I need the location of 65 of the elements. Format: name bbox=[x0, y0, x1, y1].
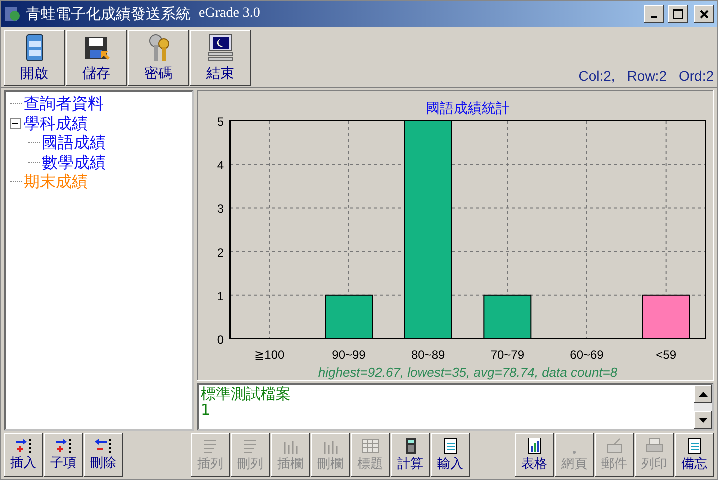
y-tick-label: 0 bbox=[217, 333, 224, 347]
x-tick-label: <59 bbox=[656, 348, 677, 362]
toolbar-button[interactable]: 表格 bbox=[515, 433, 554, 477]
chart-title: 國語成績統計 bbox=[426, 101, 510, 117]
x-tick-label: 90~99 bbox=[332, 348, 366, 362]
add-arrow-icon bbox=[54, 439, 72, 453]
down-arrow-icon bbox=[698, 418, 708, 422]
bar bbox=[484, 294, 532, 340]
chart-summary: highest=92.67, lowest=35, avg=78.74, data count=8 bbox=[318, 365, 618, 380]
bar bbox=[642, 294, 690, 340]
status-text: Row:2 bbox=[627, 68, 667, 84]
tree-action-button[interactable]: 刪除 bbox=[84, 433, 123, 477]
toolbar-button[interactable]: 結束 bbox=[190, 30, 251, 86]
add-arrow-icon bbox=[14, 439, 32, 453]
version-label: eGrade 3.0 bbox=[199, 6, 260, 22]
window-title: 青蛙電子化成績發送系統 bbox=[26, 4, 191, 24]
bars-icon bbox=[322, 438, 340, 454]
remove-arrow-icon bbox=[94, 439, 112, 453]
up-arrow-icon bbox=[698, 392, 708, 397]
tree-item[interactable]: 數學成績 bbox=[42, 152, 106, 172]
minimize-icon bbox=[651, 16, 657, 18]
toolbar-button[interactable]: 密碼 bbox=[128, 30, 189, 86]
bar bbox=[325, 294, 373, 340]
collapse-icon[interactable] bbox=[10, 118, 21, 129]
maximize-button[interactable] bbox=[668, 5, 688, 23]
toolbar-button[interactable]: 儲存 bbox=[66, 30, 127, 86]
chart-icon bbox=[526, 438, 544, 454]
table-icon bbox=[362, 438, 380, 454]
x-tick-label: ≧100 bbox=[254, 348, 285, 362]
mail-icon bbox=[606, 438, 624, 454]
app-icon bbox=[4, 5, 22, 23]
toolbar-button[interactable]: 開啟 bbox=[4, 30, 65, 86]
close-button[interactable] bbox=[694, 5, 714, 23]
scroll-up-button[interactable] bbox=[694, 385, 712, 404]
scrollbar[interactable] bbox=[694, 385, 712, 429]
close-icon bbox=[700, 10, 708, 18]
y-tick-label: 5 bbox=[217, 115, 224, 129]
tree-action-button[interactable]: 插入 bbox=[4, 433, 43, 477]
y-tick-label: 1 bbox=[217, 289, 224, 304]
x-tick-label: 80~89 bbox=[411, 348, 446, 362]
status-text: Ord:2 bbox=[678, 68, 714, 84]
bars-icon bbox=[282, 438, 300, 454]
y-tick-label: 2 bbox=[217, 246, 224, 260]
maximize-icon bbox=[673, 9, 683, 19]
scroll-down-button[interactable] bbox=[694, 411, 712, 429]
x-tick-label: 70~79 bbox=[490, 348, 525, 362]
y-tick-label: 4 bbox=[217, 158, 224, 173]
x-tick-label: 60~69 bbox=[570, 348, 604, 362]
toolbar-button[interactable]: 輸入 bbox=[431, 433, 470, 477]
status-text: Col:2, bbox=[578, 68, 616, 84]
tree-item[interactable]: 查詢者資料 bbox=[24, 94, 104, 114]
dot-icon bbox=[573, 451, 576, 454]
tree-action-button[interactable]: 子項 bbox=[44, 433, 83, 477]
memo-line: 1 bbox=[201, 402, 212, 418]
memo-field[interactable]: 標準測試檔案 1 bbox=[197, 383, 714, 431]
minimize-button[interactable] bbox=[644, 5, 664, 23]
y-tick-label: 3 bbox=[217, 202, 224, 216]
tree-item[interactable]: 學科成績 bbox=[24, 114, 88, 133]
notepad-icon bbox=[442, 438, 460, 454]
tree-item[interactable]: 國語成績 bbox=[42, 133, 106, 152]
printer-icon bbox=[646, 438, 664, 454]
toolbar-button[interactable]: 備忘 bbox=[675, 433, 714, 477]
memo-line: 標準測試檔案 bbox=[201, 386, 292, 402]
toolbar-button[interactable]: 計算 bbox=[391, 433, 430, 477]
notepad-icon bbox=[686, 438, 704, 454]
